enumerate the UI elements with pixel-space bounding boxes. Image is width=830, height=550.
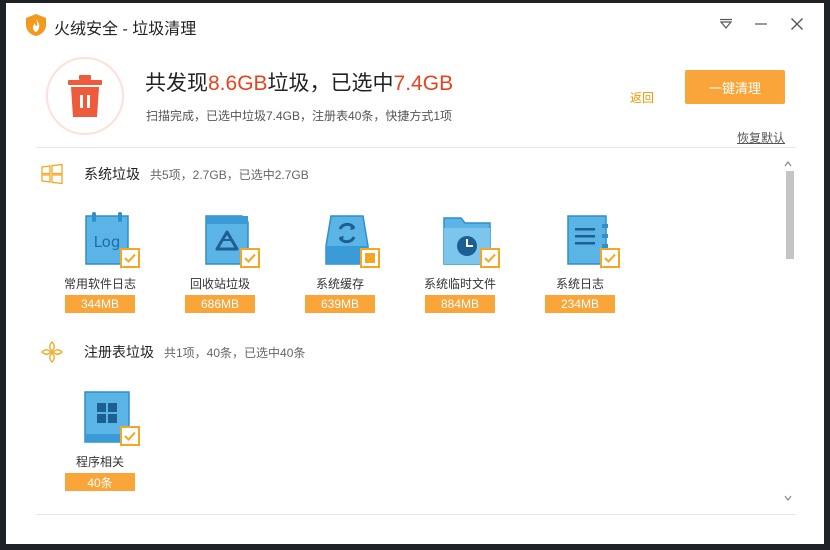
item-size-badge: 884MB xyxy=(425,295,495,313)
scroll-up-button[interactable] xyxy=(784,159,792,169)
huorong-logo-icon xyxy=(26,14,46,36)
minimize-button[interactable] xyxy=(752,15,770,33)
found-size: 8.6GB xyxy=(208,72,268,95)
checkmark-icon xyxy=(244,253,256,263)
divider xyxy=(36,514,796,515)
back-link[interactable]: 返回 xyxy=(630,89,654,106)
section-system-junk: 系统垃圾 共5项，2.7GB，已选中2.7GB xyxy=(40,162,309,186)
checkmark-icon xyxy=(124,431,136,441)
section-registry-junk: 注册表垃圾 共1项，40条，已选中40条 xyxy=(40,340,305,364)
divider xyxy=(36,147,796,148)
close-icon xyxy=(791,18,803,30)
item-name: 系统临时文件 xyxy=(423,277,496,291)
headline-middle: 垃圾，已选中 xyxy=(267,72,394,95)
item-name: 常用软件日志 xyxy=(63,277,136,291)
menu-dropdown-button[interactable] xyxy=(717,15,735,33)
checkbox-checked[interactable] xyxy=(480,248,500,268)
item-size-badge: 686MB xyxy=(185,295,255,313)
checkmark-icon xyxy=(484,253,496,263)
checkbox-checked[interactable] xyxy=(240,248,260,268)
svg-text:Log: Log xyxy=(94,233,121,251)
close-button[interactable] xyxy=(788,15,806,33)
window-title: 火绒安全 - 垃圾清理 xyxy=(54,21,197,38)
triangle-down-icon xyxy=(719,18,733,29)
cleanup-window: 火绒安全 - 垃圾清理 共发现8.6GB垃圾，已选中7.4GB 扫描完成，已选中… xyxy=(6,3,824,544)
item-name: 系统日志 xyxy=(555,277,604,291)
scrollbar-thumb[interactable] xyxy=(786,171,794,259)
windows-icon xyxy=(40,162,64,186)
trash-can-icon xyxy=(68,75,102,117)
chevron-up-icon xyxy=(784,161,792,167)
one-click-clean-button[interactable]: 一键清理 xyxy=(685,70,785,104)
scan-summary-text: 扫描完成，已选中垃圾7.4GB，注册表40条，快捷方式1项 xyxy=(146,109,453,123)
item-name: 程序相关 xyxy=(75,455,124,469)
item-size-badge: 234MB xyxy=(545,295,615,313)
minimize-icon xyxy=(755,23,767,25)
junk-item-recycle-bin[interactable]: 回收站垃圾 686MB xyxy=(160,212,280,322)
checkbox-checked[interactable] xyxy=(120,248,140,268)
junk-item-program-registry[interactable]: 程序相关 40条 xyxy=(40,390,160,500)
scroll-down-button[interactable] xyxy=(784,493,792,503)
item-size-badge: 344MB xyxy=(65,295,135,313)
section-title: 系统垃圾 xyxy=(84,166,140,182)
scan-headline: 共发现8.6GB垃圾，已选中7.4GB xyxy=(145,67,453,97)
item-name: 系统缓存 xyxy=(315,277,364,291)
checkbox-checked[interactable] xyxy=(600,248,620,268)
item-size-badge: 639MB xyxy=(305,295,375,313)
junk-item-system-log[interactable]: 系统日志 234MB xyxy=(520,212,640,322)
checkmark-icon xyxy=(124,253,136,263)
section-meta: 共1项，40条，已选中40条 xyxy=(164,345,306,360)
checkbox-checked[interactable] xyxy=(120,426,140,446)
registry-icon xyxy=(40,340,64,364)
checkmark-icon xyxy=(604,253,616,263)
trash-status-badge xyxy=(46,57,124,135)
section-meta: 共5项，2.7GB，已选中2.7GB xyxy=(150,167,309,182)
selected-size: 7.4GB xyxy=(393,72,454,95)
section-title: 注册表垃圾 xyxy=(84,344,154,360)
junk-item-software-log[interactable]: Log 常用软件日志 344MB xyxy=(40,212,160,322)
title-bar: 火绒安全 - 垃圾清理 xyxy=(6,3,824,47)
checkbox-partial[interactable] xyxy=(360,248,380,268)
junk-item-temp-files[interactable]: 系统临时文件 884MB xyxy=(400,212,520,322)
headline-prefix: 共发现 xyxy=(145,72,208,95)
chevron-down-icon xyxy=(784,495,792,501)
item-name: 回收站垃圾 xyxy=(189,277,250,291)
junk-item-system-cache[interactable]: 系统缓存 639MB xyxy=(280,212,400,322)
item-size-badge: 40条 xyxy=(65,473,135,491)
restore-default-link[interactable]: 恢复默认 xyxy=(737,129,785,146)
